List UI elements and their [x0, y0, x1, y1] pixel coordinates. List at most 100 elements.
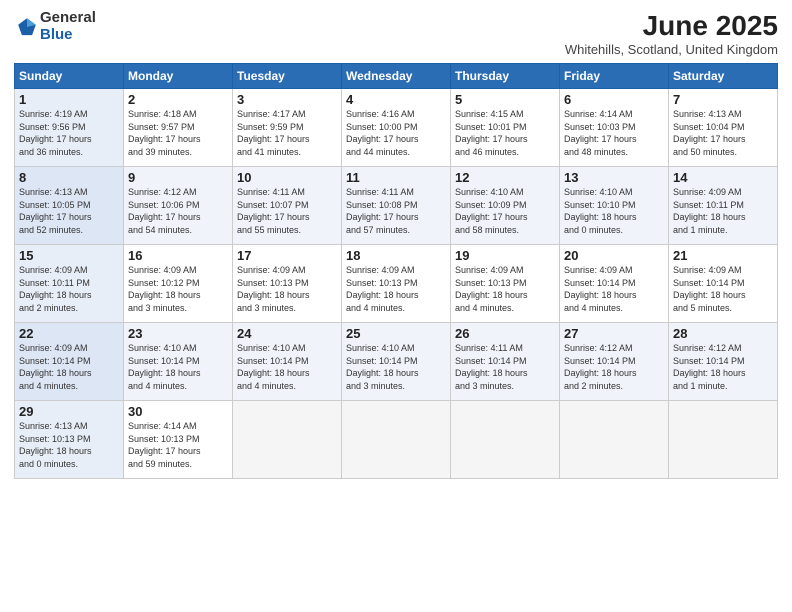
day-info: Sunrise: 4:11 AMSunset: 10:14 PMDaylight… — [455, 342, 555, 392]
day-info: Sunrise: 4:10 AMSunset: 10:14 PMDaylight… — [237, 342, 337, 392]
logo-icon — [16, 16, 38, 38]
calendar-cell: 15Sunrise: 4:09 AMSunset: 10:11 PMDaylig… — [15, 245, 124, 323]
calendar-cell: 25Sunrise: 4:10 AMSunset: 10:14 PMDaylig… — [342, 323, 451, 401]
day-number: 18 — [346, 248, 446, 263]
day-info: Sunrise: 4:13 AMSunset: 10:13 PMDaylight… — [19, 420, 119, 470]
day-number: 28 — [673, 326, 773, 341]
day-number: 21 — [673, 248, 773, 263]
calendar-cell: 27Sunrise: 4:12 AMSunset: 10:14 PMDaylig… — [560, 323, 669, 401]
header: General Blue June 2025 Whitehills, Scotl… — [14, 10, 778, 57]
day-number: 23 — [128, 326, 228, 341]
day-number: 29 — [19, 404, 119, 419]
col-header-monday: Monday — [124, 64, 233, 89]
calendar-cell: 7Sunrise: 4:13 AMSunset: 10:04 PMDayligh… — [669, 89, 778, 167]
location: Whitehills, Scotland, United Kingdom — [565, 42, 778, 57]
calendar-cell: 3Sunrise: 4:17 AMSunset: 9:59 PMDaylight… — [233, 89, 342, 167]
day-info: Sunrise: 4:11 AMSunset: 10:07 PMDaylight… — [237, 186, 337, 236]
day-number: 7 — [673, 92, 773, 107]
calendar-cell: 1Sunrise: 4:19 AMSunset: 9:56 PMDaylight… — [15, 89, 124, 167]
day-info: Sunrise: 4:14 AMSunset: 10:13 PMDaylight… — [128, 420, 228, 470]
day-number: 26 — [455, 326, 555, 341]
col-header-saturday: Saturday — [669, 64, 778, 89]
day-info: Sunrise: 4:09 AMSunset: 10:13 PMDaylight… — [237, 264, 337, 314]
day-info: Sunrise: 4:13 AMSunset: 10:04 PMDaylight… — [673, 108, 773, 158]
day-number: 2 — [128, 92, 228, 107]
calendar-cell — [451, 401, 560, 479]
day-number: 27 — [564, 326, 664, 341]
day-info: Sunrise: 4:12 AMSunset: 10:06 PMDaylight… — [128, 186, 228, 236]
day-info: Sunrise: 4:09 AMSunset: 10:14 PMDaylight… — [673, 264, 773, 314]
logo: General Blue — [14, 10, 96, 43]
calendar-cell: 4Sunrise: 4:16 AMSunset: 10:00 PMDayligh… — [342, 89, 451, 167]
calendar-cell: 16Sunrise: 4:09 AMSunset: 10:12 PMDaylig… — [124, 245, 233, 323]
calendar-cell: 20Sunrise: 4:09 AMSunset: 10:14 PMDaylig… — [560, 245, 669, 323]
calendar-cell: 6Sunrise: 4:14 AMSunset: 10:03 PMDayligh… — [560, 89, 669, 167]
day-info: Sunrise: 4:10 AMSunset: 10:14 PMDaylight… — [128, 342, 228, 392]
calendar-cell: 13Sunrise: 4:10 AMSunset: 10:10 PMDaylig… — [560, 167, 669, 245]
day-info: Sunrise: 4:17 AMSunset: 9:59 PMDaylight:… — [237, 108, 337, 158]
logo-blue: Blue — [40, 27, 96, 44]
calendar-cell: 10Sunrise: 4:11 AMSunset: 10:07 PMDaylig… — [233, 167, 342, 245]
calendar-cell: 8Sunrise: 4:13 AMSunset: 10:05 PMDayligh… — [15, 167, 124, 245]
day-number: 17 — [237, 248, 337, 263]
day-info: Sunrise: 4:13 AMSunset: 10:05 PMDaylight… — [19, 186, 119, 236]
day-number: 9 — [128, 170, 228, 185]
day-info: Sunrise: 4:09 AMSunset: 10:12 PMDaylight… — [128, 264, 228, 314]
calendar-cell: 18Sunrise: 4:09 AMSunset: 10:13 PMDaylig… — [342, 245, 451, 323]
calendar-cell: 11Sunrise: 4:11 AMSunset: 10:08 PMDaylig… — [342, 167, 451, 245]
day-info: Sunrise: 4:12 AMSunset: 10:14 PMDaylight… — [564, 342, 664, 392]
calendar-cell: 21Sunrise: 4:09 AMSunset: 10:14 PMDaylig… — [669, 245, 778, 323]
calendar-cell — [233, 401, 342, 479]
calendar-cell — [669, 401, 778, 479]
calendar-cell: 29Sunrise: 4:13 AMSunset: 10:13 PMDaylig… — [15, 401, 124, 479]
day-info: Sunrise: 4:16 AMSunset: 10:00 PMDaylight… — [346, 108, 446, 158]
col-header-friday: Friday — [560, 64, 669, 89]
day-number: 24 — [237, 326, 337, 341]
calendar-cell: 24Sunrise: 4:10 AMSunset: 10:14 PMDaylig… — [233, 323, 342, 401]
day-number: 10 — [237, 170, 337, 185]
day-info: Sunrise: 4:09 AMSunset: 10:14 PMDaylight… — [19, 342, 119, 392]
day-number: 19 — [455, 248, 555, 263]
day-info: Sunrise: 4:15 AMSunset: 10:01 PMDaylight… — [455, 108, 555, 158]
day-info: Sunrise: 4:09 AMSunset: 10:14 PMDaylight… — [564, 264, 664, 314]
day-info: Sunrise: 4:10 AMSunset: 10:10 PMDaylight… — [564, 186, 664, 236]
calendar-cell: 5Sunrise: 4:15 AMSunset: 10:01 PMDayligh… — [451, 89, 560, 167]
day-number: 16 — [128, 248, 228, 263]
col-header-thursday: Thursday — [451, 64, 560, 89]
day-number: 20 — [564, 248, 664, 263]
col-header-tuesday: Tuesday — [233, 64, 342, 89]
day-number: 3 — [237, 92, 337, 107]
calendar-cell: 28Sunrise: 4:12 AMSunset: 10:14 PMDaylig… — [669, 323, 778, 401]
calendar-cell: 12Sunrise: 4:10 AMSunset: 10:09 PMDaylig… — [451, 167, 560, 245]
calendar-cell: 14Sunrise: 4:09 AMSunset: 10:11 PMDaylig… — [669, 167, 778, 245]
day-info: Sunrise: 4:12 AMSunset: 10:14 PMDaylight… — [673, 342, 773, 392]
day-number: 6 — [564, 92, 664, 107]
day-number: 8 — [19, 170, 119, 185]
calendar-cell — [560, 401, 669, 479]
day-number: 1 — [19, 92, 119, 107]
calendar-cell: 2Sunrise: 4:18 AMSunset: 9:57 PMDaylight… — [124, 89, 233, 167]
logo-general: General — [40, 10, 96, 27]
day-info: Sunrise: 4:09 AMSunset: 10:13 PMDaylight… — [455, 264, 555, 314]
day-number: 14 — [673, 170, 773, 185]
page: General Blue June 2025 Whitehills, Scotl… — [0, 0, 792, 612]
day-info: Sunrise: 4:09 AMSunset: 10:13 PMDaylight… — [346, 264, 446, 314]
day-number: 13 — [564, 170, 664, 185]
calendar-cell: 22Sunrise: 4:09 AMSunset: 10:14 PMDaylig… — [15, 323, 124, 401]
month-title: June 2025 — [565, 10, 778, 42]
day-number: 22 — [19, 326, 119, 341]
calendar-cell: 30Sunrise: 4:14 AMSunset: 10:13 PMDaylig… — [124, 401, 233, 479]
day-info: Sunrise: 4:11 AMSunset: 10:08 PMDaylight… — [346, 186, 446, 236]
day-number: 12 — [455, 170, 555, 185]
day-info: Sunrise: 4:09 AMSunset: 10:11 PMDaylight… — [673, 186, 773, 236]
day-info: Sunrise: 4:19 AMSunset: 9:56 PMDaylight:… — [19, 108, 119, 158]
calendar-cell: 23Sunrise: 4:10 AMSunset: 10:14 PMDaylig… — [124, 323, 233, 401]
day-info: Sunrise: 4:14 AMSunset: 10:03 PMDaylight… — [564, 108, 664, 158]
day-number: 15 — [19, 248, 119, 263]
calendar-cell — [342, 401, 451, 479]
day-number: 30 — [128, 404, 228, 419]
title-block: June 2025 Whitehills, Scotland, United K… — [565, 10, 778, 57]
day-info: Sunrise: 4:10 AMSunset: 10:14 PMDaylight… — [346, 342, 446, 392]
day-number: 4 — [346, 92, 446, 107]
day-number: 5 — [455, 92, 555, 107]
